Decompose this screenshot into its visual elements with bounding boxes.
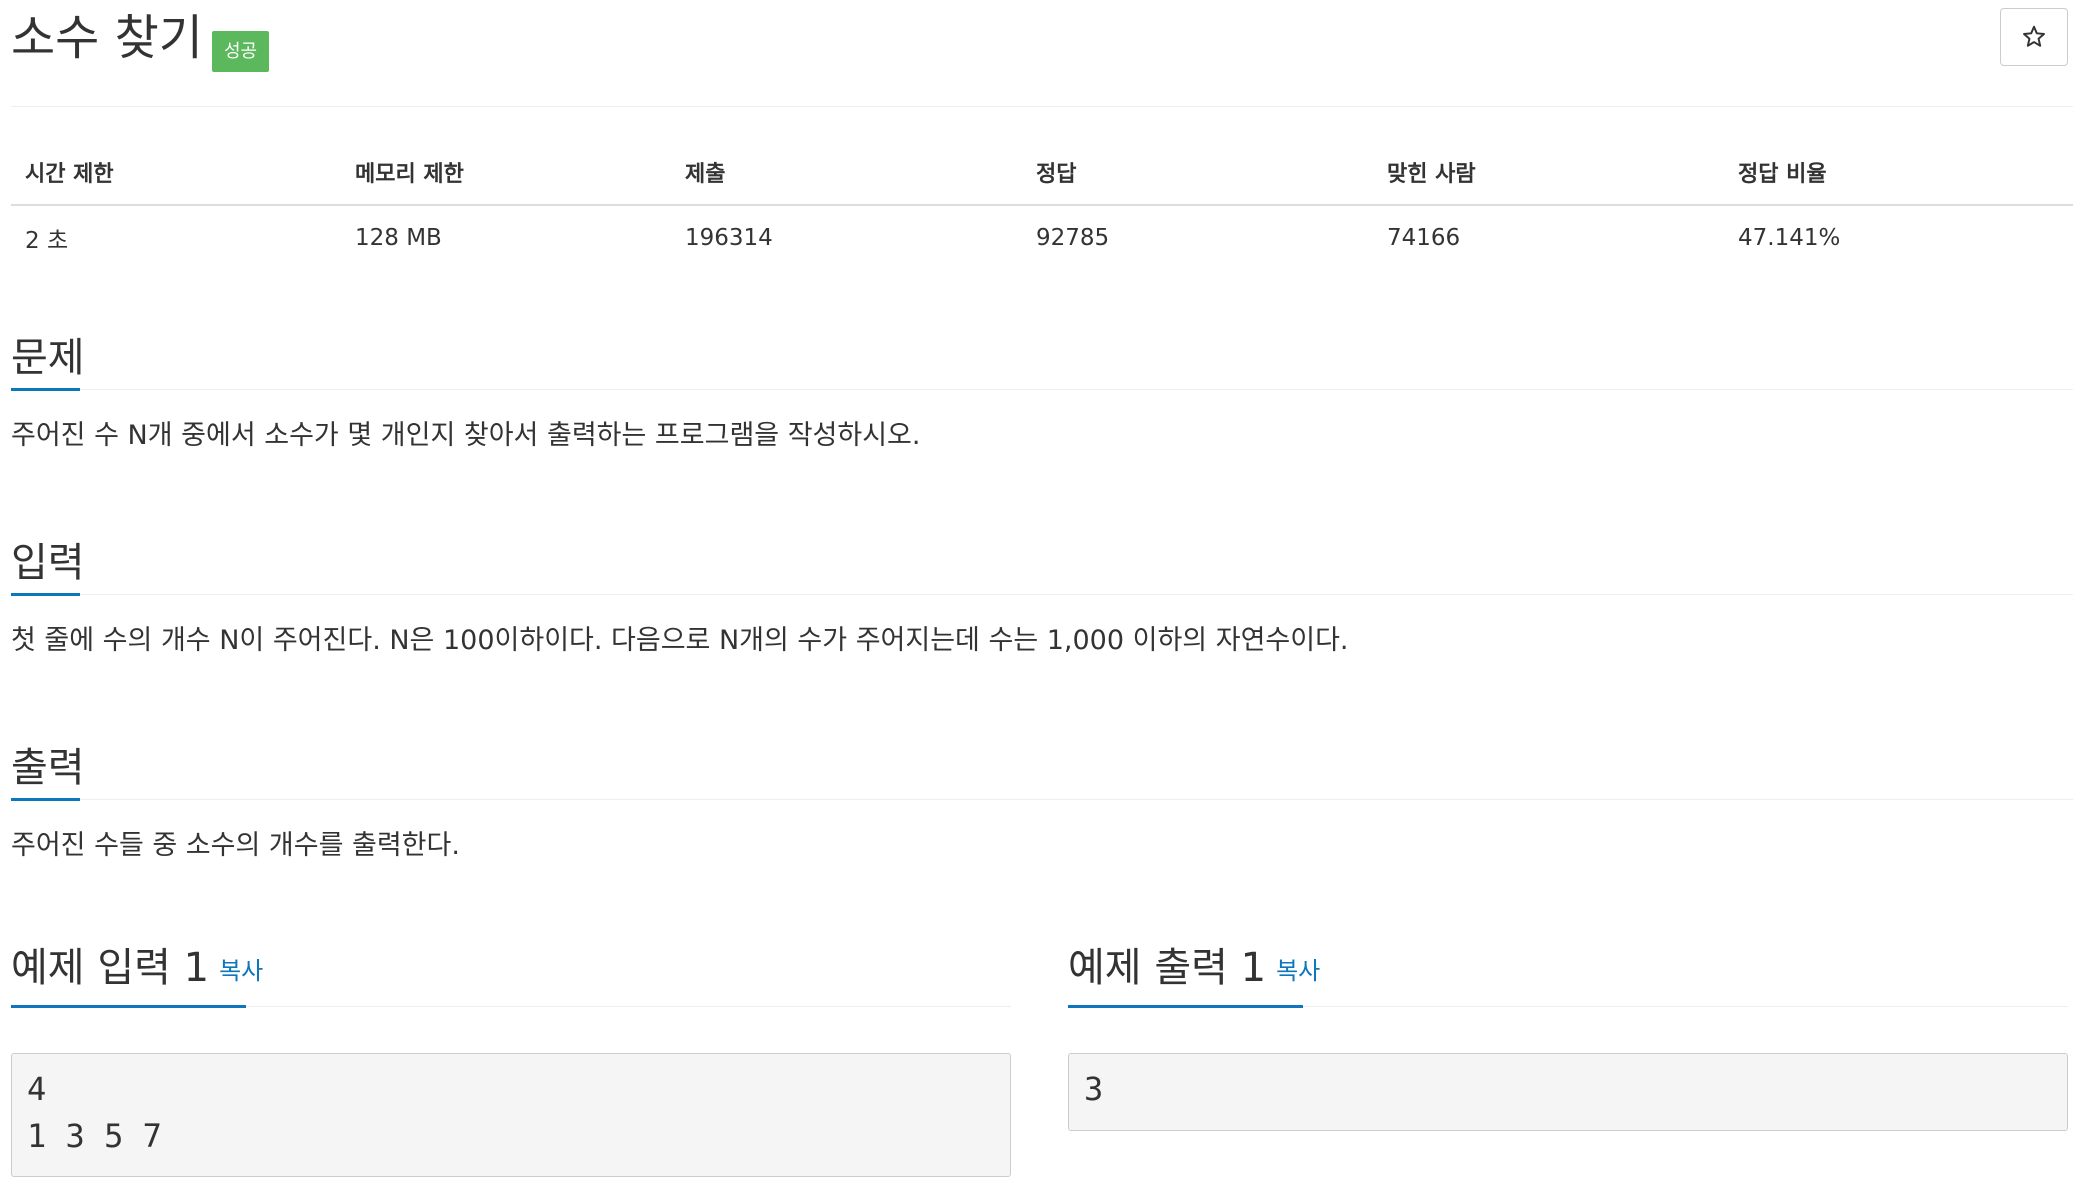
value-accept-ratio: 47.141%	[1738, 225, 1841, 251]
section-output: 출력 주어진 수들 중 소수의 개수를 출력한다.	[11, 738, 2073, 861]
problem-header: 소수 찾기 성공	[11, 0, 2073, 107]
sample-output-headline: 예제 출력 1 복사	[1068, 934, 2068, 1008]
value-accepted: 92785	[1036, 225, 1110, 251]
copy-sample-output-link[interactable]: 복사	[1276, 957, 1320, 985]
sample-output-box[interactable]: 3	[1068, 1053, 2068, 1131]
favorite-button[interactable]	[2000, 8, 2068, 66]
section-input: 입력 첫 줄에 수의 개수 N이 주어진다. N은 100이하이다. 다음으로 …	[11, 533, 2073, 656]
sample-title-underline	[1068, 1005, 1303, 1008]
section-title-underline	[11, 388, 80, 391]
header-memory-limit: 메모리 제한	[341, 140, 671, 206]
problem-title: 소수 찾기	[11, 10, 203, 66]
info-table-row: 2 초 128 MB 196314 92785 74166 47.141%	[11, 205, 2073, 270]
sample-input-box[interactable]: 4 1 3 5 7	[11, 1053, 1011, 1177]
sample-input-panel: 예제 입력 1 복사 4 1 3 5 7	[11, 934, 1011, 1177]
sample-output-panel: 예제 출력 1 복사 3	[1068, 934, 2068, 1131]
sample-input-headline: 예제 입력 1 복사	[11, 934, 1011, 1008]
header-accepted: 정답	[1022, 140, 1373, 206]
sample-title-underline	[11, 1005, 246, 1008]
section-output-title: 출력	[11, 745, 85, 791]
section-description-title: 문제	[11, 335, 85, 381]
value-solved-users: 74166	[1387, 225, 1461, 251]
section-output-headline: 출력	[11, 738, 2073, 801]
value-time-limit: 2 초	[25, 228, 69, 254]
sample-output-title: 예제 출력 1	[1068, 945, 1267, 991]
section-description-headline: 문제	[11, 328, 2073, 391]
problem-description-text: 주어진 수 N개 중에서 소수가 몇 개인지 찾아서 출력하는 프로그램을 작성…	[11, 420, 921, 451]
sample-input-title: 예제 입력 1	[11, 945, 210, 991]
section-title-underline	[11, 593, 80, 596]
output-description-text: 주어진 수들 중 소수의 개수를 출력한다.	[11, 830, 460, 861]
problem-page: 소수 찾기 성공 시간 제한 메모리 제한 제출 정답 맞힌 사람 정답 비율 …	[0, 0, 2076, 1186]
section-description: 문제 주어진 수 N개 중에서 소수가 몇 개인지 찾아서 출력하는 프로그램을…	[11, 328, 2073, 451]
star-outline-icon	[2023, 25, 2045, 47]
sample-output-heading: 예제 출력 1 복사	[1068, 942, 1320, 997]
status-badge: 성공	[212, 31, 270, 72]
problem-content: 소수 찾기 성공 시간 제한 메모리 제한 제출 정답 맞힌 사람 정답 비율 …	[11, 0, 2073, 1177]
info-table-header-row: 시간 제한 메모리 제한 제출 정답 맞힌 사람 정답 비율	[11, 140, 2073, 206]
header-submissions: 제출	[671, 140, 1022, 206]
header-accept-ratio: 정답 비율	[1724, 140, 2073, 206]
value-memory-limit: 128 MB	[355, 225, 442, 251]
section-title-underline	[11, 798, 80, 801]
header-solved-users: 맞힌 사람	[1373, 140, 1724, 206]
problem-info-table: 시간 제한 메모리 제한 제출 정답 맞힌 사람 정답 비율 2 초 128 M…	[11, 140, 2073, 270]
copy-sample-input-link[interactable]: 복사	[219, 957, 263, 985]
input-description-text: 첫 줄에 수의 개수 N이 주어진다. N은 100이하이다. 다음으로 N개의…	[11, 625, 1349, 656]
section-input-title: 입력	[11, 540, 85, 586]
section-input-headline: 입력	[11, 533, 2073, 596]
value-submissions: 196314	[685, 225, 773, 251]
sample-input-heading: 예제 입력 1 복사	[11, 942, 263, 997]
header-time-limit: 시간 제한	[11, 140, 341, 206]
